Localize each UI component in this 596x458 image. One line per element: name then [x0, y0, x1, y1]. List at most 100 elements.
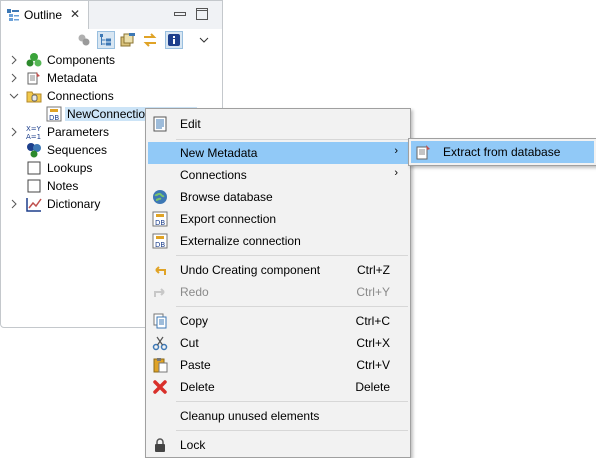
menu-item-copy[interactable]: Copy Ctrl+C	[148, 310, 408, 332]
menu-item-shortcut: Ctrl+Z	[357, 263, 390, 277]
export-db-icon: DB	[152, 211, 168, 227]
menu-item-redo[interactable]: Redo Ctrl+Y	[148, 281, 408, 303]
menu-separator	[176, 306, 408, 307]
chevron-right-icon[interactable]	[9, 72, 19, 84]
chevron-right-icon[interactable]	[9, 126, 19, 138]
tab-outline[interactable]: Outline ✕	[1, 1, 89, 29]
menu-item-shortcut: Ctrl+Y	[356, 285, 390, 299]
tree-item-label: Notes	[47, 179, 79, 193]
parameters-icon: X=Y A=1	[26, 125, 42, 140]
menu-item-new-metadata[interactable]: New Metadata ›	[148, 142, 408, 164]
menu-item-edit[interactable]: Edit	[148, 113, 408, 135]
menu-item-label: Redo	[180, 285, 209, 299]
menu-item-label: Extract from database	[443, 145, 561, 159]
connections-folder-icon	[26, 91, 42, 103]
menu-item-label: Cleanup unused elements	[180, 409, 320, 423]
externalize-db-icon: DB	[152, 233, 168, 249]
menu-item-label: Undo Creating component	[180, 263, 321, 277]
menu-item-browse-database[interactable]: Browse database	[148, 186, 408, 208]
sync-button[interactable]	[141, 31, 159, 49]
chevron-down-icon[interactable]	[9, 90, 19, 102]
view-tab-bar: Outline ✕	[1, 1, 222, 29]
info-icon	[168, 34, 180, 46]
redo-icon	[154, 288, 165, 297]
svg-text:DB: DB	[49, 114, 59, 122]
tree-item-label: Lookups	[47, 161, 93, 175]
tree-icon	[100, 34, 111, 46]
new-metadata-submenu: Extract from database	[408, 138, 596, 166]
components-gray-icon	[78, 34, 90, 46]
chevron-down-icon	[199, 37, 209, 43]
edit-icon	[153, 116, 167, 132]
tree-item-label: Parameters	[47, 125, 110, 139]
dictionary-icon	[26, 198, 42, 212]
close-icon[interactable]: ✕	[70, 7, 80, 21]
svg-text:X=Y: X=Y	[26, 125, 42, 133]
menu-item-label: Cut	[180, 336, 199, 350]
chevron-right-icon: ›	[394, 145, 398, 157]
menu-item-lock[interactable]: Lock	[148, 434, 408, 456]
group-icon	[120, 33, 135, 47]
undo-icon	[155, 266, 166, 275]
menu-item-label: Lock	[180, 438, 206, 452]
browse-database-icon	[153, 190, 167, 204]
menu-item-delete[interactable]: Delete Delete	[148, 376, 408, 398]
menu-separator	[176, 139, 408, 140]
copy-icon	[153, 313, 167, 329]
menu-item-shortcut: Ctrl+C	[355, 314, 390, 328]
tree-view-button[interactable]	[97, 31, 115, 49]
menu-item-label: Browse database	[180, 190, 273, 204]
context-menu: Edit New Metadata › Connections › Browse…	[145, 108, 411, 458]
tree-item-label: Dictionary	[47, 197, 101, 211]
chevron-right-icon[interactable]	[9, 198, 19, 210]
menu-item-label: Export connection	[180, 212, 277, 226]
menu-item-export-connection[interactable]: DB Export connection	[148, 208, 408, 230]
menu-item-label: Connections	[180, 168, 247, 182]
menu-item-connections[interactable]: Connections ›	[148, 164, 408, 186]
delete-icon	[153, 380, 167, 394]
tree-item-components[interactable]: Components	[1, 51, 222, 69]
view-menu-button[interactable]	[195, 31, 213, 49]
menu-item-label: Delete	[180, 380, 215, 394]
tree-item-connections[interactable]: Connections	[1, 87, 222, 105]
menu-item-shortcut: Delete	[355, 380, 390, 394]
lookups-icon	[27, 161, 41, 175]
tree-item-label: Connections	[47, 89, 114, 103]
outline-icon	[7, 9, 19, 21]
menu-item-label: New Metadata	[180, 146, 258, 160]
menu-item-label: Externalize connection	[180, 234, 301, 248]
group-button[interactable]	[119, 31, 137, 49]
outline-toolbar	[1, 29, 222, 53]
maximize-icon[interactable]	[195, 7, 209, 21]
lock-icon	[155, 438, 165, 452]
paste-icon	[153, 358, 168, 373]
svg-text:DB: DB	[155, 241, 165, 249]
tree-item-label: Sequences	[47, 143, 108, 157]
svg-text:DB: DB	[155, 219, 165, 227]
tree-item-label: Metadata	[47, 71, 98, 85]
sync-arrows-icon	[143, 33, 157, 47]
components-icon	[26, 53, 42, 67]
info-button[interactable]	[165, 31, 183, 49]
hide-components-button[interactable]	[75, 31, 93, 49]
minimize-icon[interactable]	[173, 7, 187, 21]
menu-item-paste[interactable]: Paste Ctrl+V	[148, 354, 408, 376]
menu-item-cleanup[interactable]: Cleanup unused elements	[148, 405, 408, 427]
menu-item-cut[interactable]: Cut Ctrl+X	[148, 332, 408, 354]
db-connection-icon: DB	[46, 106, 62, 122]
menu-item-extract-from-database[interactable]: Extract from database	[411, 141, 594, 163]
menu-separator	[176, 255, 408, 256]
extract-icon	[416, 145, 430, 160]
tab-title: Outline	[24, 8, 63, 22]
tree-item-label: Components	[47, 53, 116, 67]
menu-item-label: Copy	[180, 314, 209, 328]
menu-item-label: Paste	[180, 358, 211, 372]
menu-separator	[176, 430, 408, 431]
menu-item-undo[interactable]: Undo Creating component Ctrl+Z	[148, 259, 408, 281]
chevron-right-icon[interactable]	[9, 54, 19, 66]
menu-item-externalize-connection[interactable]: DB Externalize connection	[148, 230, 408, 252]
scissors-icon	[152, 336, 168, 351]
menu-item-shortcut: Ctrl+V	[356, 358, 390, 372]
tree-item-metadata[interactable]: Metadata	[1, 69, 222, 87]
chevron-right-icon: ›	[394, 167, 398, 179]
